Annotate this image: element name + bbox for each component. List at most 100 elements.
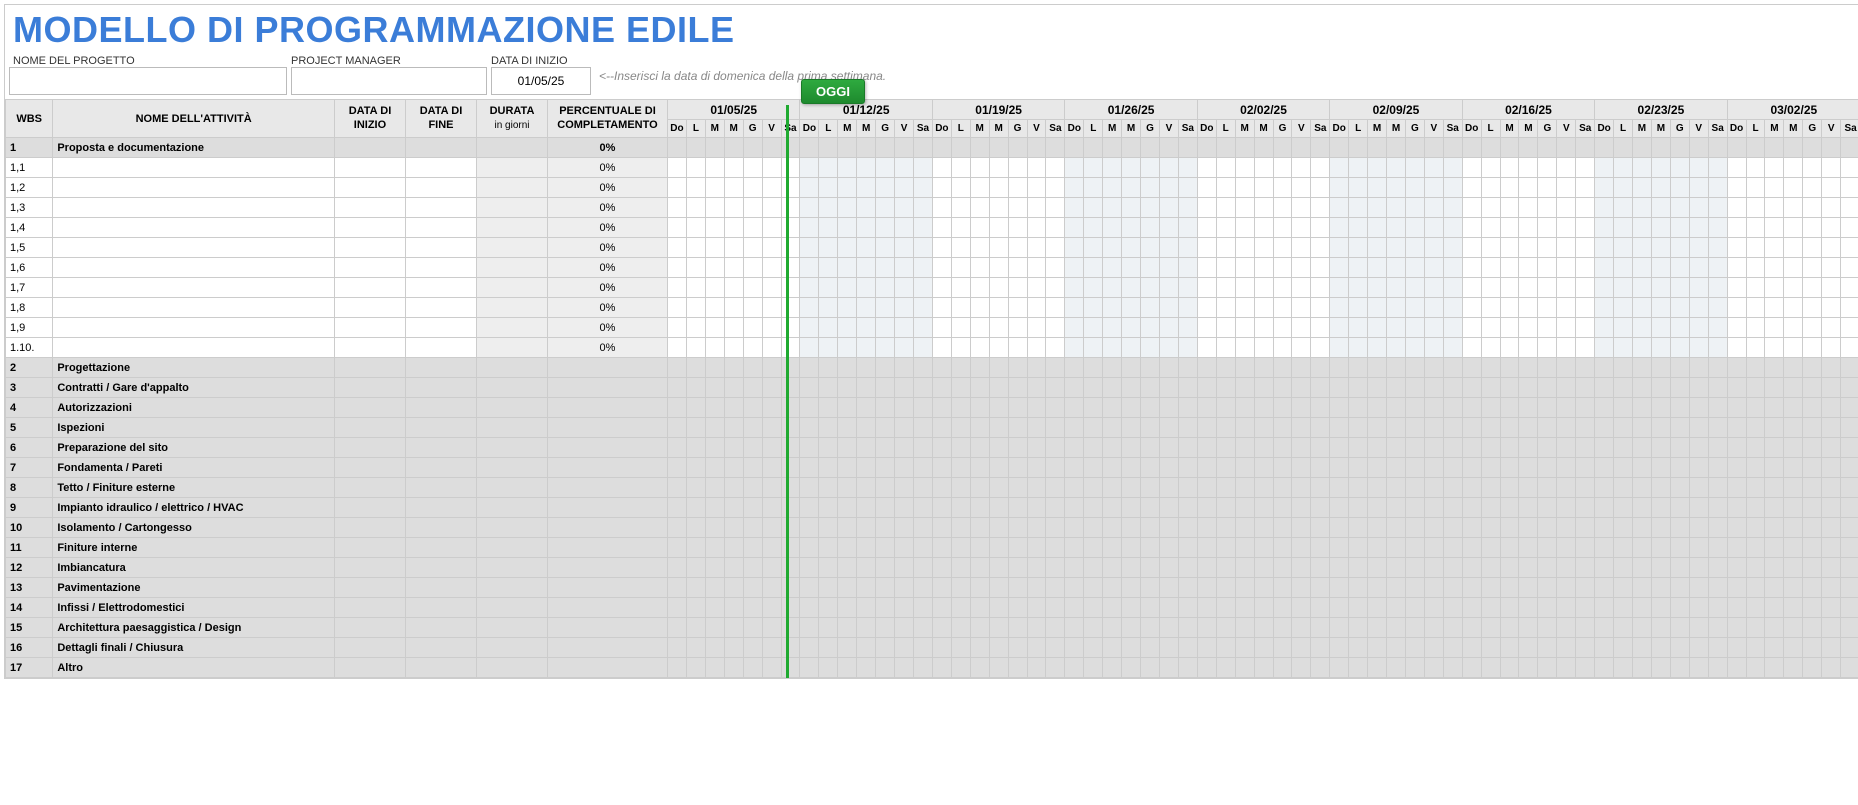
gantt-cell[interactable]	[857, 438, 876, 458]
gantt-cell[interactable]	[1424, 478, 1443, 498]
gantt-cell[interactable]	[1576, 378, 1595, 398]
gantt-cell[interactable]	[1708, 238, 1727, 258]
gantt-cell[interactable]	[970, 178, 989, 198]
pct-cell[interactable]	[547, 478, 667, 498]
gantt-cell[interactable]	[1046, 218, 1065, 238]
gantt-cell[interactable]	[781, 418, 800, 438]
gantt-cell[interactable]	[1330, 638, 1349, 658]
gantt-cell[interactable]	[913, 418, 932, 438]
gantt-cell[interactable]	[1027, 578, 1046, 598]
gantt-cell[interactable]	[1122, 238, 1141, 258]
gantt-cell[interactable]	[1292, 538, 1311, 558]
gantt-cell[interactable]	[1008, 298, 1027, 318]
gantt-cell[interactable]	[1481, 358, 1500, 378]
gantt-cell[interactable]	[1084, 638, 1103, 658]
start-cell[interactable]	[334, 618, 405, 638]
gantt-cell[interactable]	[1822, 618, 1841, 638]
gantt-cell[interactable]	[1614, 258, 1633, 278]
gantt-cell[interactable]	[1633, 558, 1652, 578]
gantt-cell[interactable]	[1614, 378, 1633, 398]
gantt-cell[interactable]	[989, 378, 1008, 398]
gantt-cell[interactable]	[1595, 598, 1614, 618]
gantt-cell[interactable]	[1311, 658, 1330, 678]
gantt-cell[interactable]	[1311, 298, 1330, 318]
gantt-cell[interactable]	[781, 238, 800, 258]
gantt-cell[interactable]	[895, 218, 914, 238]
gantt-cell[interactable]	[1841, 158, 1858, 178]
gantt-cell[interactable]	[1689, 358, 1708, 378]
gantt-cell[interactable]	[1405, 658, 1424, 678]
group-row[interactable]: 5Ispezioni	[6, 418, 1858, 438]
gantt-cell[interactable]	[1368, 198, 1387, 218]
gantt-cell[interactable]	[1576, 358, 1595, 378]
gantt-cell[interactable]	[857, 138, 876, 158]
gantt-cell[interactable]	[1065, 358, 1084, 378]
gantt-cell[interactable]	[1557, 378, 1576, 398]
gantt-cell[interactable]	[1349, 598, 1368, 618]
gantt-cell[interactable]	[1576, 318, 1595, 338]
gantt-cell[interactable]	[1424, 338, 1443, 358]
wbs-cell[interactable]: 1,1	[6, 158, 53, 178]
gantt-cell[interactable]	[1197, 358, 1216, 378]
gantt-cell[interactable]	[686, 338, 705, 358]
gantt-cell[interactable]	[1197, 378, 1216, 398]
gantt-cell[interactable]	[932, 578, 951, 598]
gantt-cell[interactable]	[1197, 278, 1216, 298]
gantt-cell[interactable]	[686, 378, 705, 398]
gantt-cell[interactable]	[1405, 458, 1424, 478]
gantt-cell[interactable]	[819, 158, 838, 178]
gantt-cell[interactable]	[1803, 498, 1822, 518]
gantt-cell[interactable]	[1614, 438, 1633, 458]
gantt-cell[interactable]	[743, 418, 762, 438]
gantt-cell[interactable]	[686, 558, 705, 578]
start-cell[interactable]	[334, 298, 405, 318]
gantt-cell[interactable]	[1103, 278, 1122, 298]
gantt-cell[interactable]	[1746, 518, 1765, 538]
gantt-cell[interactable]	[1349, 178, 1368, 198]
gantt-cell[interactable]	[1841, 578, 1858, 598]
gantt-cell[interactable]	[1046, 458, 1065, 478]
gantt-cell[interactable]	[1405, 138, 1424, 158]
end-cell[interactable]	[405, 198, 476, 218]
gantt-cell[interactable]	[913, 138, 932, 158]
gantt-cell[interactable]	[819, 458, 838, 478]
gantt-cell[interactable]	[1103, 138, 1122, 158]
gantt-cell[interactable]	[1254, 558, 1273, 578]
gantt-cell[interactable]	[686, 638, 705, 658]
gantt-cell[interactable]	[876, 418, 895, 438]
gantt-cell[interactable]	[800, 218, 819, 238]
gantt-cell[interactable]	[1481, 438, 1500, 458]
gantt-cell[interactable]	[1784, 398, 1803, 418]
gantt-cell[interactable]	[1784, 378, 1803, 398]
end-cell[interactable]	[405, 478, 476, 498]
gantt-cell[interactable]	[781, 538, 800, 558]
gantt-cell[interactable]	[1178, 458, 1197, 478]
gantt-cell[interactable]	[913, 558, 932, 578]
gantt-cell[interactable]	[1368, 298, 1387, 318]
start-cell[interactable]	[334, 458, 405, 478]
gantt-cell[interactable]	[970, 318, 989, 338]
gantt-cell[interactable]	[1614, 498, 1633, 518]
gantt-cell[interactable]	[1784, 418, 1803, 438]
gantt-cell[interactable]	[819, 398, 838, 418]
gantt-cell[interactable]	[1159, 478, 1178, 498]
gantt-cell[interactable]	[1708, 198, 1727, 218]
gantt-cell[interactable]	[1405, 358, 1424, 378]
gantt-cell[interactable]	[800, 598, 819, 618]
gantt-cell[interactable]	[1216, 478, 1235, 498]
gantt-cell[interactable]	[970, 298, 989, 318]
gantt-cell[interactable]	[1481, 178, 1500, 198]
gantt-cell[interactable]	[1103, 618, 1122, 638]
gantt-cell[interactable]	[1424, 258, 1443, 278]
gantt-cell[interactable]	[724, 458, 743, 478]
gantt-cell[interactable]	[1254, 318, 1273, 338]
gantt-cell[interactable]	[913, 658, 932, 678]
gantt-cell[interactable]	[1387, 538, 1406, 558]
gantt-cell[interactable]	[1614, 298, 1633, 318]
gantt-cell[interactable]	[743, 218, 762, 238]
gantt-cell[interactable]	[1311, 158, 1330, 178]
gantt-cell[interactable]	[1330, 438, 1349, 458]
gantt-cell[interactable]	[876, 458, 895, 478]
gantt-cell[interactable]	[743, 178, 762, 198]
gantt-cell[interactable]	[724, 618, 743, 638]
